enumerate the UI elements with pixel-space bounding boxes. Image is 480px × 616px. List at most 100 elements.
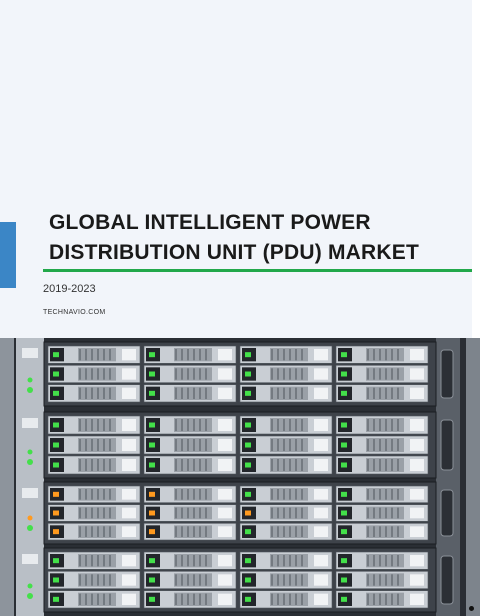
drive-tag (410, 349, 424, 361)
drive-tag (410, 507, 424, 519)
chassis-label (22, 348, 38, 358)
drive-status-led (341, 577, 347, 583)
drive-tag (122, 507, 136, 519)
drive-tag (122, 419, 136, 431)
drive-tag (314, 439, 328, 451)
chassis-label (22, 488, 38, 498)
drive-status-led (341, 371, 347, 377)
chassis-handle (440, 419, 454, 471)
blue-accent-bar (0, 222, 16, 288)
drive-tag (314, 526, 328, 537)
drive-tag (122, 387, 136, 399)
rack-left-post (0, 338, 14, 616)
drive-tag (314, 459, 328, 471)
drive-tag (218, 489, 232, 500)
drive-tag (122, 555, 136, 567)
drive-status-led (245, 491, 251, 497)
drive-status-led (341, 422, 347, 428)
drive-status-led (341, 529, 347, 535)
drive-status-led (53, 462, 59, 468)
drive-status-led (245, 371, 251, 377)
drive-tag (218, 507, 232, 519)
drive-tag (218, 574, 232, 586)
brand-url: TECHNAVIO.COM (43, 309, 106, 316)
drive-tag (314, 368, 328, 380)
drive-status-led (53, 352, 59, 358)
drive-status-led (149, 510, 155, 516)
drive-status-led (53, 491, 59, 497)
status-led (27, 377, 33, 383)
drive-status-led (341, 596, 347, 602)
drive-tag (218, 387, 232, 399)
report-title: GLOBAL INTELLIGENT POWER DISTRIBUTION UN… (49, 208, 419, 268)
drive-status-led (149, 442, 155, 448)
drive-status-led (149, 462, 155, 468)
drive-tag (410, 574, 424, 586)
drive-tag (122, 439, 136, 451)
drive-status-led (245, 352, 251, 358)
drive-tag (410, 419, 424, 431)
drive-tag (410, 555, 424, 567)
drive-tag (218, 459, 232, 471)
drive-status-led (53, 442, 59, 448)
rack-right-post (466, 338, 480, 616)
drive-tag (122, 459, 136, 471)
drive-tag (218, 368, 232, 380)
corner-dot (469, 606, 474, 611)
drive-status-led (53, 510, 59, 516)
drive-tag (122, 349, 136, 361)
chassis-handle (440, 489, 454, 537)
drive-tag (218, 439, 232, 451)
status-led (27, 449, 33, 455)
chassis-label (22, 418, 38, 428)
drive-tag (410, 368, 424, 380)
drive-tag (314, 507, 328, 519)
drive-tag (314, 387, 328, 399)
chassis-label (22, 554, 38, 564)
drive-tag (410, 489, 424, 500)
drive-tag (122, 593, 136, 605)
drive-status-led (53, 596, 59, 602)
drive-tag (218, 593, 232, 605)
drive-status-led (149, 491, 155, 497)
drive-status-led (245, 596, 251, 602)
drive-status-led (341, 558, 347, 564)
drive-tag (122, 368, 136, 380)
drive-tag (410, 387, 424, 399)
power-led (27, 459, 33, 465)
drive-status-led (53, 529, 59, 535)
drive-status-led (149, 577, 155, 583)
drive-tag (218, 349, 232, 361)
status-led (27, 515, 33, 521)
drive-tag (410, 459, 424, 471)
title-line-1: GLOBAL INTELLIGENT POWER (49, 211, 371, 234)
forecast-period: 2019-2023 (43, 283, 96, 295)
drive-status-led (245, 442, 251, 448)
drive-status-led (53, 558, 59, 564)
drive-status-led (53, 390, 59, 396)
drive-status-led (53, 371, 59, 377)
drive-tag (122, 489, 136, 500)
drive-status-led (245, 558, 251, 564)
drive-status-led (53, 422, 59, 428)
title-underline (43, 269, 472, 272)
drive-tag (410, 439, 424, 451)
chassis-handle (440, 555, 454, 605)
drive-tag (218, 526, 232, 537)
drive-tag (410, 526, 424, 537)
drive-tag (122, 526, 136, 537)
drive-status-led (245, 529, 251, 535)
drive-status-led (245, 390, 251, 396)
drive-tag (314, 555, 328, 567)
drive-status-led (245, 577, 251, 583)
drive-tag (218, 555, 232, 567)
drive-status-led (149, 529, 155, 535)
drive-tag (410, 593, 424, 605)
drive-status-led (245, 422, 251, 428)
drive-status-led (149, 558, 155, 564)
drive-status-led (149, 371, 155, 377)
drive-status-led (245, 462, 251, 468)
server-rack-photo (0, 338, 480, 616)
drive-tag (122, 574, 136, 586)
drive-status-led (149, 596, 155, 602)
